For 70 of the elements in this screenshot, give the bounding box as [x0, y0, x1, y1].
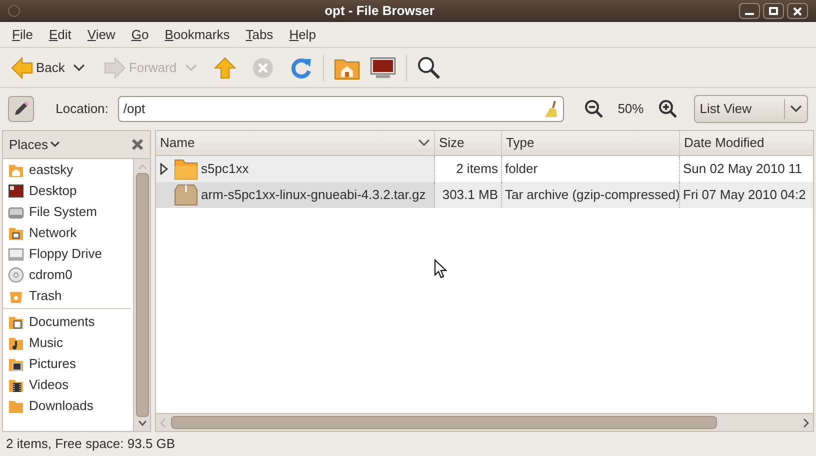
scroll-right-icon[interactable] — [802, 418, 810, 428]
sidebar-item[interactable]: Downloads — [3, 395, 133, 416]
reload-icon[interactable] — [288, 56, 313, 80]
minimize-button[interactable] — [739, 3, 760, 19]
column-header[interactable]: Type — [502, 131, 680, 155]
menu-item[interactable]: File — [6, 22, 39, 46]
expander-icon[interactable] — [159, 163, 169, 175]
computer-icon[interactable] — [370, 56, 396, 80]
zoom-in-icon[interactable] — [658, 99, 678, 119]
window-title: opt - File Browser — [324, 2, 434, 20]
horizontal-scrollbar[interactable] — [156, 413, 813, 431]
sidebar-item[interactable]: Floppy Drive — [3, 243, 133, 264]
menu-item[interactable]: View — [81, 22, 122, 46]
table-cell-text: folder — [505, 160, 538, 178]
location-field[interactable]: /opt — [118, 96, 564, 122]
sidebar-item[interactable]: eastsky — [3, 159, 133, 180]
table-cell-text: arm-s5pc1xx-linux-gnueabi-4.3.2.tar.gz — [201, 186, 426, 204]
column-header[interactable]: Name — [156, 131, 435, 155]
menu-item[interactable]: Help — [283, 22, 322, 46]
status-text: 2 items, Free space: 93.5 GB — [6, 435, 176, 454]
table-row[interactable]: arm-s5pc1xx-linux-gnueabi-4.3.2.tar.gz 303.1 MB Tar archive (gzip-compressed) Fri 07 May 2010 04:2 — [156, 182, 813, 208]
desktop-icon — [8, 182, 24, 198]
sidebar-item[interactable]: Music — [3, 332, 133, 353]
sidebar-item[interactable]: Network — [3, 222, 133, 243]
table-cell-text: Tar archive (gzip-compressed) — [505, 186, 679, 204]
sidebar-item[interactable]: Trash — [3, 285, 133, 306]
sidebar-item[interactable]: Desktop — [3, 180, 133, 201]
zoom-level: 50% — [616, 100, 645, 118]
mouse-pointer-icon — [434, 259, 447, 279]
menu-item[interactable]: Edit — [42, 22, 78, 46]
sort-caret-icon — [418, 139, 430, 147]
back-button[interactable]: Back — [8, 52, 67, 84]
disc-icon — [8, 266, 24, 282]
table-cell-text: s5pc1xx — [201, 160, 249, 178]
sidebar-item[interactable]: Videos — [3, 374, 133, 395]
close-icon[interactable] — [131, 138, 144, 151]
table-cell-text: Fri 07 May 2010 04:2 — [683, 186, 806, 204]
close-button[interactable] — [787, 3, 808, 19]
up-arrow-icon[interactable] — [212, 56, 237, 80]
zoom-out-icon[interactable] — [584, 99, 604, 119]
table-cell-text: 303.1 MB — [442, 186, 498, 204]
caret-icon[interactable] — [72, 64, 85, 72]
column-header[interactable]: Date Modified — [680, 131, 813, 155]
close-icon — [793, 6, 802, 16]
menu-item[interactable]: Go — [125, 22, 155, 46]
search-icon[interactable] — [416, 56, 441, 80]
places-dropdown[interactable]: Places — [9, 134, 60, 154]
broom-icon[interactable] — [542, 100, 559, 118]
scrollbar-thumb[interactable] — [136, 173, 148, 417]
sidebar-item[interactable]: File System — [3, 201, 133, 222]
maximize-button[interactable] — [763, 3, 784, 19]
left-arrow-icon — [10, 56, 34, 80]
view-dropdown[interactable]: List View — [694, 95, 808, 123]
table-cell-text: Sun 02 May 2010 11 — [683, 160, 802, 178]
package-icon — [174, 184, 198, 206]
sidebar-item[interactable]: cdrom0 — [3, 264, 133, 285]
location-label: Location: — [56, 100, 108, 118]
right-arrow-icon — [102, 56, 127, 80]
folder-icon — [174, 158, 198, 180]
floppy-drive-icon — [8, 246, 24, 262]
menu-item[interactable]: Bookmarks — [158, 22, 236, 46]
vertical-scrollbar[interactable] — [133, 159, 150, 431]
menu-item[interactable]: Tabs — [240, 22, 280, 46]
column-header[interactable]: Size — [435, 131, 502, 155]
scrollbar-thumb[interactable] — [171, 416, 717, 429]
edit-location-button[interactable] — [8, 96, 34, 122]
table-cell-text: 2 items — [456, 160, 498, 178]
sidebar-item[interactable]: Documents — [3, 311, 133, 332]
sidebar-item[interactable]: Pictures — [3, 353, 133, 374]
caret-icon — [50, 141, 60, 148]
